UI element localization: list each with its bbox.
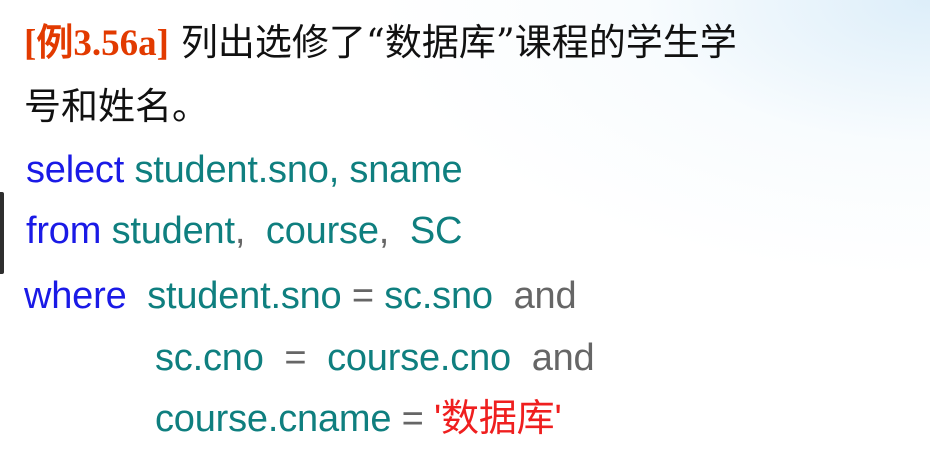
from-keyword: from <box>26 210 102 252</box>
course-join-and-keyword: and <box>531 337 595 379</box>
left-edge-handle <box>0 192 4 274</box>
course-name-left-expression: course.cname <box>155 398 392 440</box>
where-keyword: where <box>24 275 127 317</box>
course-name-string-literal: '数据库' <box>434 398 562 440</box>
slide-canvas: [例3.56a] 列出选修了“数据库”课程的学生学 号和姓名。 select st… <box>0 0 930 466</box>
sql-line-course-name: course.cname = '数据库' <box>155 400 562 438</box>
sql-line-select: select student.sno, sname <box>26 149 463 191</box>
where-and-keyword: and <box>513 275 577 317</box>
example-tag: [例3.56a] <box>24 23 169 64</box>
title-line-1-text: 列出选修了“数据库”课程的学生学 <box>180 21 737 64</box>
where-left-expression: student.sno <box>147 275 342 317</box>
comma-separator-1: , <box>234 210 246 252</box>
table-course: course <box>265 210 379 252</box>
course-join-right-expression: course.cno <box>327 337 511 379</box>
sql-line-course-join: sc.cno = course.cno and <box>155 339 595 377</box>
where-right-expression: sc.sno <box>384 275 493 317</box>
course-join-equals: = <box>284 337 307 379</box>
where-equals: = <box>351 275 374 317</box>
title-line-2: 号和姓名。 <box>24 88 209 125</box>
course-join-left-expression: sc.cno <box>155 337 264 379</box>
table-student: student <box>111 210 235 252</box>
comma-separator-2: , <box>378 210 390 252</box>
title-line-1: [例3.56a] 列出选修了“数据库”课程的学生学 <box>24 24 737 62</box>
table-sc: SC <box>409 210 463 252</box>
sql-line-where: where student.sno = sc.sno and <box>24 275 577 317</box>
course-name-equals: = <box>401 398 424 440</box>
sql-line-from: from student, course, SC <box>26 212 462 250</box>
title-line-2-text: 号和姓名。 <box>24 85 209 128</box>
selected-columns: student.sno, sname <box>134 149 463 191</box>
select-keyword: select <box>26 149 125 191</box>
